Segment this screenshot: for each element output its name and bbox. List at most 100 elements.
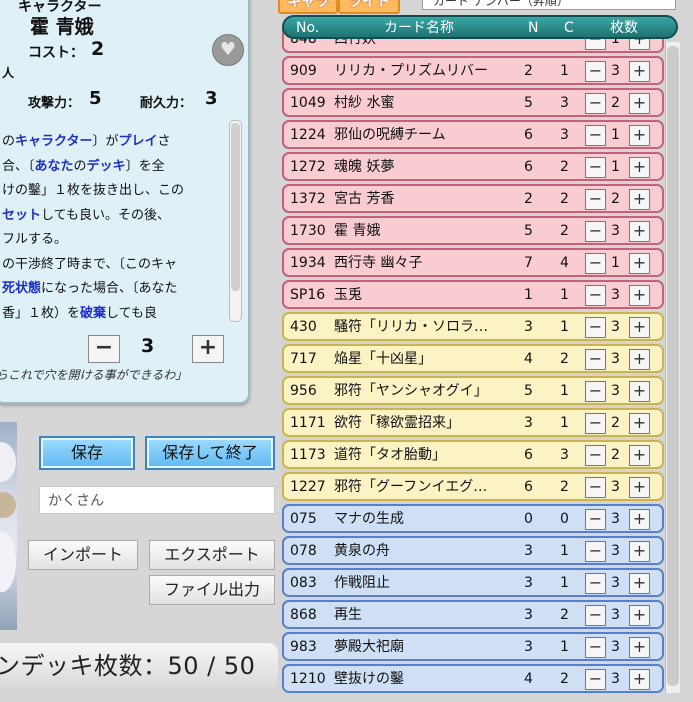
card-text-scrollbar[interactable]	[229, 120, 242, 322]
card-row[interactable]: 1730 霍 青娥 5 2 3− +	[282, 216, 664, 245]
character-image	[0, 422, 17, 630]
tab-character[interactable]: キャラ	[278, 0, 338, 14]
tab-light[interactable]: ライト	[338, 0, 400, 14]
favorite-button[interactable]: ♥	[212, 34, 244, 66]
card-row[interactable]: 1049 村紗 水蜜 5 3 2− +	[282, 88, 664, 117]
sort-select[interactable]: カード ナンバー（昇順）	[422, 0, 676, 10]
row-plus-button[interactable]: +	[629, 317, 650, 338]
row-plus-button[interactable]: +	[629, 669, 650, 690]
card-name: 夢殿大祀廟	[334, 639, 404, 655]
row-plus-button[interactable]: +	[629, 573, 650, 594]
card-row[interactable]: 1210 壁抜けの鑿 4 2 3− +	[282, 664, 664, 693]
row-minus-button[interactable]: −	[585, 509, 606, 530]
keyword: 死状態	[2, 281, 42, 296]
card-number: 430	[290, 319, 317, 335]
card-n-value: 3	[524, 319, 533, 335]
row-minus-button[interactable]: −	[585, 413, 606, 434]
card-c-value: 0	[560, 511, 569, 527]
row-plus-button[interactable]: +	[629, 541, 650, 562]
card-c-value: 4	[560, 255, 569, 271]
quantity-plus-button[interactable]: +	[192, 335, 224, 363]
card-n-value: 3	[524, 639, 533, 655]
text-segment: けの鑿」１枚を抜き出し、この	[2, 183, 185, 198]
card-row[interactable]: 868 再生 3 2 3− +	[282, 600, 664, 629]
row-plus-button[interactable]: +	[629, 125, 650, 146]
row-minus-button[interactable]: −	[585, 317, 606, 338]
text-segment: の干渉終了時まで、〔このキャ	[2, 256, 177, 272]
card-row[interactable]: 1227 邪符「グーフンイエグ… 6 2 3− +	[282, 472, 664, 501]
row-minus-button[interactable]: −	[585, 253, 606, 274]
row-plus-button[interactable]: +	[629, 189, 650, 210]
card-row[interactable]: SP16 玉兎 1 1 3− +	[282, 280, 664, 309]
card-row[interactable]: 1934 西行寺 幽々子 7 4 1− +	[282, 248, 664, 277]
text-segment: になった場合、〔あなた	[41, 281, 178, 296]
row-plus-button[interactable]: +	[629, 445, 650, 466]
row-minus-button[interactable]: −	[585, 477, 606, 498]
card-row[interactable]: 909 リリカ・プリズムリバー 2 1 3− +	[282, 56, 664, 85]
row-minus-button[interactable]: −	[585, 157, 606, 178]
card-row[interactable]: 430 騒符「リリカ・ソロラ… 3 1 3− +	[282, 312, 664, 341]
row-plus-button[interactable]: +	[629, 381, 650, 402]
card-text: のキャラクター〕がプレイさ 合、〔あなたのデッキ〕を全 けの鑿」１枚を抜き出し、この…	[2, 130, 226, 323]
row-plus-button[interactable]: +	[629, 285, 650, 306]
row-minus-button[interactable]: −	[585, 189, 606, 210]
card-c-value: 3	[560, 127, 569, 143]
row-minus-button[interactable]: −	[585, 541, 606, 562]
keyword: セット	[2, 207, 42, 223]
row-minus-button[interactable]: −	[585, 445, 606, 466]
row-plus-button[interactable]: +	[629, 413, 650, 434]
keyword: プレイ	[118, 134, 158, 149]
row-minus-button[interactable]: −	[585, 605, 606, 626]
row-minus-button[interactable]: −	[585, 125, 606, 146]
row-plus-button[interactable]: +	[629, 605, 650, 626]
card-count: 2	[611, 95, 620, 111]
card-list-scrollbar-thumb[interactable]	[667, 46, 679, 686]
card-row[interactable]: 717 焔星「十凶星」 4 2 3− +	[282, 344, 664, 373]
card-row[interactable]: 083 作戦阻止 3 1 3− +	[282, 568, 664, 597]
save-and-exit-button[interactable]: 保存して終了	[145, 436, 275, 470]
row-plus-button[interactable]: +	[629, 477, 650, 498]
row-plus-button[interactable]: +	[629, 509, 650, 530]
save-button[interactable]: 保存	[39, 436, 135, 470]
export-button[interactable]: エクスポート	[149, 540, 275, 570]
card-row[interactable]: 1171 欲符「稼欲霊招来」 3 1 2− +	[282, 408, 664, 437]
row-plus-button[interactable]: +	[629, 637, 650, 658]
row-plus-button[interactable]: +	[629, 221, 650, 242]
card-row[interactable]: 075 マナの生成 0 0 3− +	[282, 504, 664, 533]
row-plus-button[interactable]: +	[629, 253, 650, 274]
row-plus-button[interactable]: +	[629, 93, 650, 114]
row-minus-button[interactable]: −	[585, 637, 606, 658]
card-row[interactable]: 983 夢殿大祀廟 3 1 3− +	[282, 632, 664, 661]
row-plus-button[interactable]: +	[629, 61, 650, 82]
card-row[interactable]: 1224 邪仙の呪縛チーム 6 3 1− +	[282, 120, 664, 149]
row-minus-button[interactable]: −	[585, 61, 606, 82]
deck-name-input[interactable]: かくさん	[39, 486, 275, 514]
card-c-value: 2	[560, 607, 569, 623]
row-plus-button[interactable]: +	[629, 349, 650, 370]
row-minus-button[interactable]: −	[585, 381, 606, 402]
row-minus-button[interactable]: −	[585, 573, 606, 594]
row-minus-button[interactable]: −	[585, 93, 606, 114]
row-plus-button[interactable]: +	[629, 157, 650, 178]
card-list-scrollbar[interactable]	[665, 42, 680, 693]
card-name: 欲符「稼欲霊招来」	[334, 415, 460, 431]
card-n-value: 3	[524, 415, 533, 431]
row-minus-button[interactable]: −	[585, 669, 606, 690]
defense-label: 耐久力：	[140, 96, 193, 111]
card-row[interactable]: 1173 道符「タオ胎動」 6 3 2− +	[282, 440, 664, 469]
card-name: 作戦阻止	[334, 575, 390, 591]
row-minus-button[interactable]: −	[585, 349, 606, 370]
card-row[interactable]: 956 邪符「ヤンシャオグイ」 5 1 3− +	[282, 376, 664, 405]
file-output-button[interactable]: ファイル出力	[149, 575, 275, 605]
card-text-line: セットしても良い。その後、	[2, 204, 226, 229]
card-row[interactable]: 1372 宮古 芳香 2 2 2− +	[282, 184, 664, 213]
card-text-line: けの鑿」１枚を抜き出し、この	[2, 179, 226, 204]
quantity-minus-button[interactable]: −	[88, 335, 120, 363]
row-minus-button[interactable]: −	[585, 221, 606, 242]
import-button[interactable]: インポート	[28, 540, 138, 570]
card-row[interactable]: 078 黄泉の舟 3 1 3− +	[282, 536, 664, 565]
card-c-value: 1	[560, 63, 569, 79]
card-row[interactable]: 1272 魂魄 妖夢 6 2 1− +	[282, 152, 664, 181]
row-minus-button[interactable]: −	[585, 285, 606, 306]
card-text-scrollbar-thumb[interactable]	[231, 123, 240, 291]
